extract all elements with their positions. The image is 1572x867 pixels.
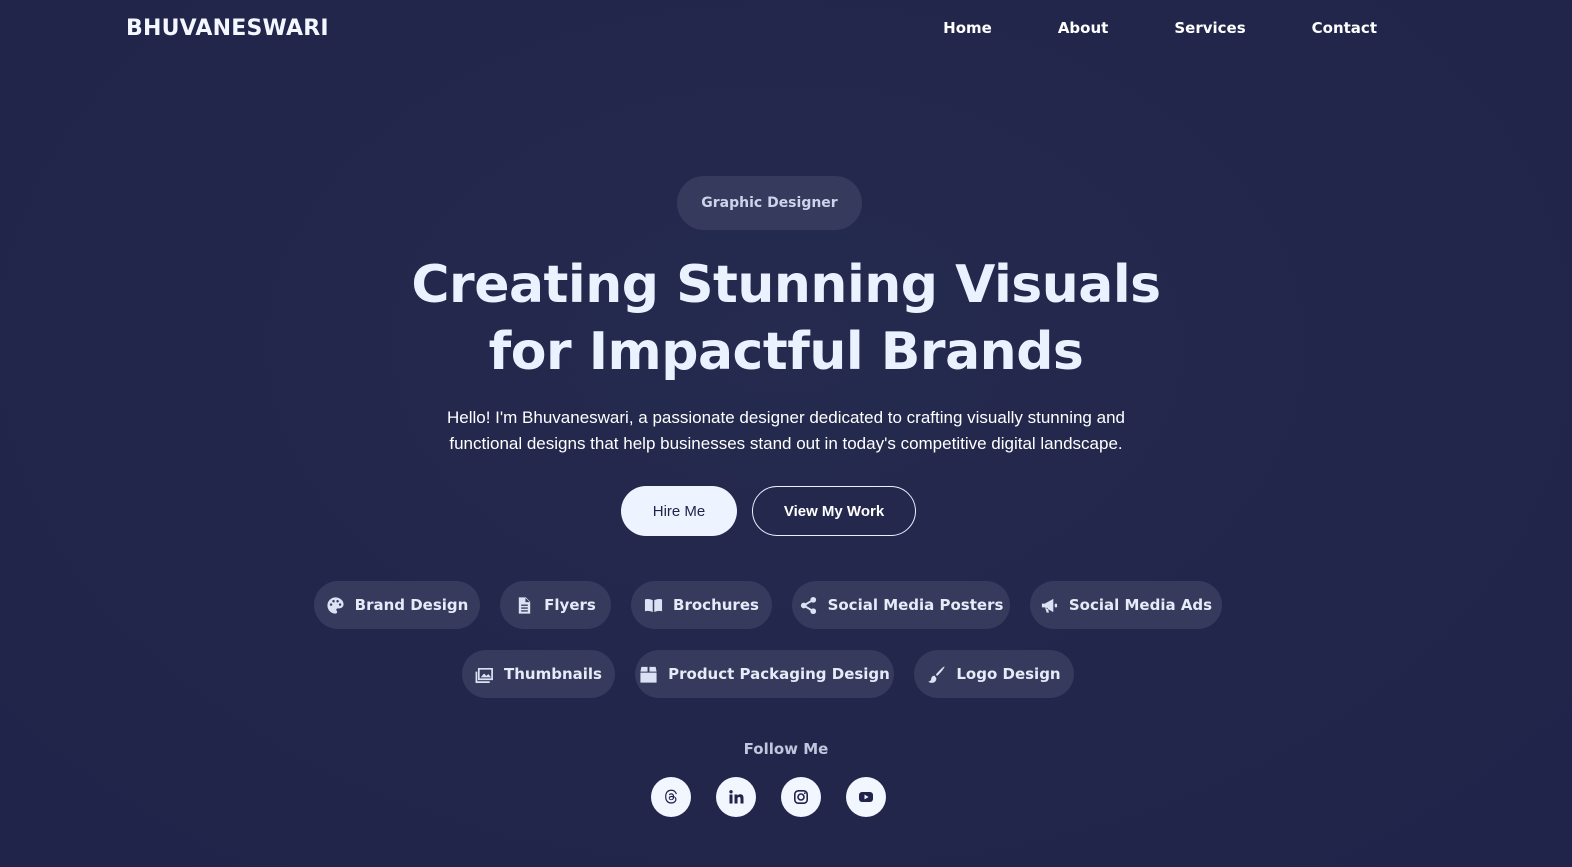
threads-link[interactable] <box>651 777 691 817</box>
intro-line-1: Hello! I'm Bhuvaneswari, a passionate de… <box>447 408 1125 427</box>
service-chip-brand-design[interactable]: Brand Design <box>314 581 480 629</box>
nav-link-about[interactable]: About <box>1058 19 1109 37</box>
hero-intro: Hello! I'm Bhuvaneswari, a passionate de… <box>386 405 1186 457</box>
palette-icon <box>327 596 344 614</box>
service-chip-flyers[interactable]: Flyers <box>500 581 611 629</box>
service-chip-label: Social Media Ads <box>1068 596 1213 614</box>
youtube-icon <box>859 792 873 802</box>
megaphone-icon <box>1041 598 1057 613</box>
service-chip-label: Brochures <box>673 596 759 614</box>
images-icon <box>475 667 493 683</box>
linkedin-icon <box>729 790 744 804</box>
service-chip-label: Flyers <box>544 596 596 614</box>
follow-me-title: Follow Me <box>743 740 829 758</box>
instagram-icon <box>793 789 808 804</box>
role-badge: Graphic Designer <box>677 176 862 230</box>
page: BHUVANESWARI Home About Services Contact… <box>0 0 1572 867</box>
share-icon <box>800 596 816 614</box>
headline-line-2: for Impactful Brands <box>488 322 1084 382</box>
service-chip-label: Brand Design <box>354 596 469 614</box>
intro-line-2: functional designs that help businesses … <box>449 434 1123 453</box>
book-open-icon <box>644 598 663 612</box>
nav-link-services[interactable]: Services <box>1174 19 1245 37</box>
service-chip-label: Thumbnails <box>504 665 602 683</box>
view-my-work-button[interactable]: View My Work <box>752 486 916 536</box>
service-chip-social-media-ads[interactable]: Social Media Ads <box>1030 581 1222 629</box>
box-icon <box>640 666 657 683</box>
nav-link-home[interactable]: Home <box>943 19 992 37</box>
hire-me-button[interactable]: Hire Me <box>621 486 737 536</box>
paintbrush-icon <box>928 665 945 683</box>
service-chip-logo-design[interactable]: Logo Design <box>914 650 1074 698</box>
document-icon <box>518 596 531 614</box>
service-chip-brochures[interactable]: Brochures <box>631 581 772 629</box>
brand-logo-text[interactable]: BHUVANESWARI <box>126 16 329 41</box>
service-chip-social-media-posters[interactable]: Social Media Posters <box>792 581 1010 629</box>
hero-headline: Creating Stunning Visuals for Impactful … <box>286 252 1286 386</box>
instagram-link[interactable] <box>781 777 821 817</box>
nav-link-contact[interactable]: Contact <box>1312 19 1377 37</box>
service-chip-thumbnails[interactable]: Thumbnails <box>462 650 615 698</box>
top-nav: BHUVANESWARI Home About Services Contact <box>0 0 1572 58</box>
service-chip-label: Logo Design <box>956 665 1061 683</box>
nav-links: Home About Services Contact <box>943 19 1377 37</box>
threads-icon <box>665 789 677 804</box>
linkedin-link[interactable] <box>716 777 756 817</box>
service-chip-label: Social Media Posters <box>827 596 1004 614</box>
headline-line-1: Creating Stunning Visuals <box>411 255 1161 315</box>
youtube-link[interactable] <box>846 777 886 817</box>
service-chip-product-packaging-design[interactable]: Product Packaging Design <box>635 650 894 698</box>
service-chip-label: Product Packaging Design <box>668 665 890 683</box>
